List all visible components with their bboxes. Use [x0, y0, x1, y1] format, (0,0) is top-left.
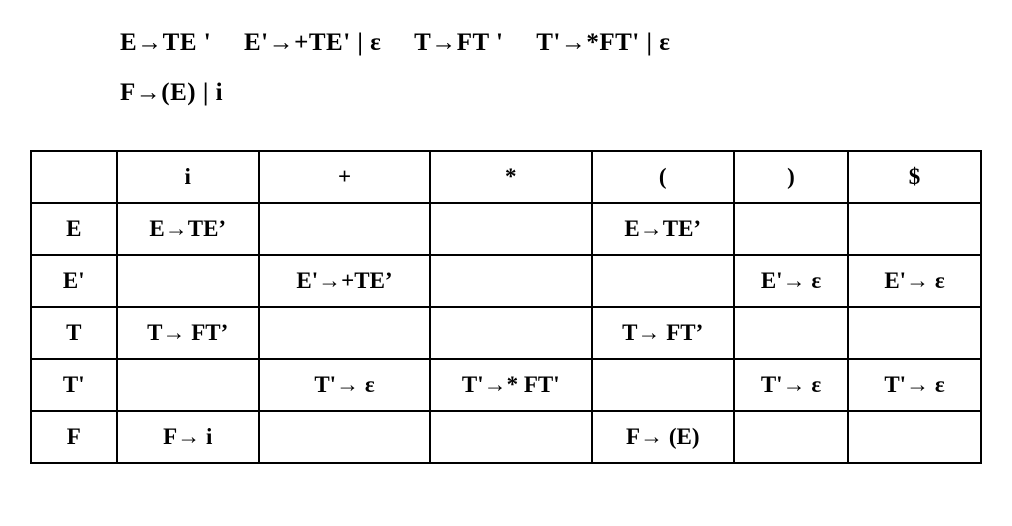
- cell-Ep-lparen: [592, 255, 735, 307]
- cell-T-rparen: [734, 307, 848, 359]
- cell-F-eof: [848, 411, 981, 463]
- table-row: E E→TE’ E→TE’: [31, 203, 981, 255]
- col-header-lparen: (: [592, 151, 735, 203]
- cell-F-star: [430, 411, 592, 463]
- cell-Tp-eof: T'→ ε: [848, 359, 981, 411]
- corner-cell: [31, 151, 117, 203]
- row-header-Ep: E': [31, 255, 117, 307]
- cell-E-eof: [848, 203, 981, 255]
- col-header-plus: +: [259, 151, 430, 203]
- grammar-rule: E'→+TE' | ε: [244, 18, 381, 68]
- table-row: i + * ( ) $: [31, 151, 981, 203]
- cell-Ep-eof: E'→ ε: [848, 255, 981, 307]
- cell-F-lparen: F→ (E): [592, 411, 735, 463]
- row-header-F: F: [31, 411, 117, 463]
- cell-Tp-lparen: [592, 359, 735, 411]
- cell-T-star: [430, 307, 592, 359]
- cell-F-i: F→ i: [117, 411, 260, 463]
- grammar-rules: E→TE ' E'→+TE' | ε T→FT ' T'→*FT' | ε F→…: [30, 18, 982, 118]
- cell-Tp-star: T'→* FT': [430, 359, 592, 411]
- table-row: E' E'→+TE’ E'→ ε E'→ ε: [31, 255, 981, 307]
- cell-E-lparen: E→TE’: [592, 203, 735, 255]
- cell-E-plus: [259, 203, 430, 255]
- table-row: T T→ FT’ T→ FT’: [31, 307, 981, 359]
- cell-Tp-i: [117, 359, 260, 411]
- cell-E-i: E→TE’: [117, 203, 260, 255]
- col-header-i: i: [117, 151, 260, 203]
- cell-E-star: [430, 203, 592, 255]
- cell-F-rparen: [734, 411, 848, 463]
- table-row: T' T'→ ε T'→* FT' T'→ ε T'→ ε: [31, 359, 981, 411]
- grammar-rule: T→FT ': [414, 18, 503, 68]
- col-header-eof: $: [848, 151, 981, 203]
- row-header-T: T: [31, 307, 117, 359]
- cell-T-plus: [259, 307, 430, 359]
- cell-Tp-plus: T'→ ε: [259, 359, 430, 411]
- row-header-E: E: [31, 203, 117, 255]
- grammar-rule: T'→*FT' | ε: [536, 18, 670, 68]
- cell-F-plus: [259, 411, 430, 463]
- cell-E-rparen: [734, 203, 848, 255]
- cell-Ep-i: [117, 255, 260, 307]
- cell-Tp-rparen: T'→ ε: [734, 359, 848, 411]
- row-header-Tp: T': [31, 359, 117, 411]
- cell-Ep-plus: E'→+TE’: [259, 255, 430, 307]
- cell-T-eof: [848, 307, 981, 359]
- grammar-rule: E→TE ': [120, 18, 211, 68]
- col-header-star: *: [430, 151, 592, 203]
- cell-Ep-star: [430, 255, 592, 307]
- cell-T-lparen: T→ FT’: [592, 307, 735, 359]
- table-row: F F→ i F→ (E): [31, 411, 981, 463]
- grammar-rule: F→(E) | i: [120, 68, 223, 118]
- cell-Ep-rparen: E'→ ε: [734, 255, 848, 307]
- cell-T-i: T→ FT’: [117, 307, 260, 359]
- col-header-rparen: ): [734, 151, 848, 203]
- parse-table: i + * ( ) $ E E→TE’ E→TE’ E' E'→+TE’ E'→…: [30, 150, 982, 464]
